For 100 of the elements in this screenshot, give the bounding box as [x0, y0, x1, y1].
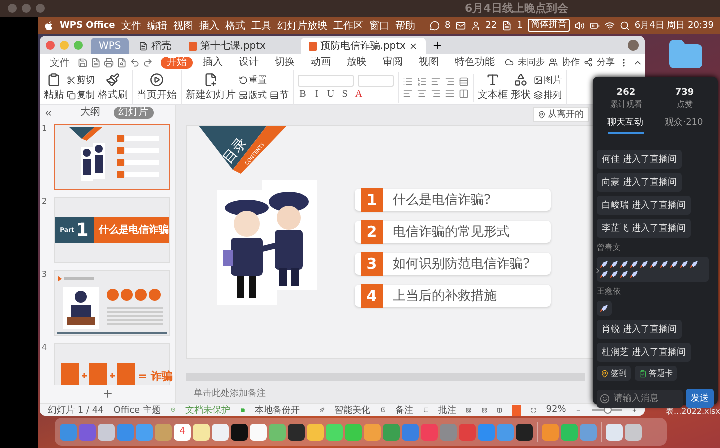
play-button[interactable] — [512, 404, 521, 416]
expand-icon[interactable] — [594, 267, 602, 275]
ribbon-button[interactable]: 版式 — [239, 89, 267, 102]
format-button[interactable]: I — [312, 89, 322, 100]
backup-status[interactable]: 本地备份开 — [254, 404, 300, 416]
format-button[interactable]: A — [354, 89, 364, 100]
menu-item[interactable]: 工作区 — [333, 18, 364, 32]
notes-button[interactable]: 备注 — [396, 404, 414, 416]
person-icon[interactable] — [470, 20, 481, 30]
ribbon-tab[interactable]: 放映 — [341, 56, 373, 68]
send-button[interactable]: 发送 — [686, 389, 714, 408]
align-left-icon[interactable] — [403, 88, 413, 98]
menu-item[interactable]: 工具 — [251, 18, 272, 32]
font-size-field[interactable] — [358, 75, 394, 87]
dock-app-icon[interactable] — [288, 424, 305, 440]
menu-item[interactable]: 幻灯片放映 — [277, 18, 328, 32]
format-button[interactable]: U — [326, 89, 336, 100]
menu-item[interactable]: 视图 — [173, 18, 194, 32]
file-label[interactable]: 表...2022.xlsx — [666, 406, 720, 417]
preview-icon[interactable] — [117, 58, 127, 68]
ribbon-button[interactable]: 新建幻灯片 — [186, 73, 236, 102]
toolbar-button[interactable]: 分享 — [597, 56, 615, 69]
panel-tab[interactable]: 大纲 — [76, 107, 106, 119]
chat-tab[interactable]: 观众·210 — [665, 116, 704, 134]
menu-item[interactable]: 窗口 — [369, 18, 390, 32]
ribbon-button[interactable]: 文本框 — [478, 73, 508, 102]
calendar-app-icon[interactable]: 4 — [174, 424, 191, 440]
zoom-button[interactable] — [36, 4, 45, 13]
ribbon-button[interactable]: 形状 — [511, 73, 531, 102]
file-menu[interactable]: 文件 — [50, 56, 70, 70]
bullets-icon[interactable] — [403, 76, 413, 86]
fit-icon[interactable] — [530, 406, 536, 414]
zoom-in-icon[interactable] — [632, 406, 638, 414]
avatar[interactable] — [628, 40, 639, 51]
collapse-panel-icon[interactable] — [44, 108, 53, 118]
justify-icon[interactable] — [445, 88, 455, 98]
grid-view-icon[interactable] — [482, 406, 488, 414]
ribbon-button[interactable]: 格式刷 — [98, 73, 128, 102]
save-icon[interactable] — [78, 58, 88, 68]
ribbon-button[interactable]: 排列 — [534, 89, 562, 102]
document-tab[interactable]: 预防电信诈骗.pptx — [301, 38, 426, 54]
resume-tag[interactable]: 从离开的 — [533, 107, 589, 122]
ribbon-tab[interactable]: 视图 — [413, 56, 445, 68]
dock-app-icon[interactable] — [516, 424, 533, 440]
ribbon-tab[interactable]: 动画 — [305, 56, 337, 68]
indent-icon[interactable] — [431, 76, 441, 86]
ribbon-tab[interactable]: 切换 — [269, 56, 301, 68]
ribbon-tab[interactable]: 插入 — [197, 56, 229, 68]
normal-view-icon[interactable] — [466, 406, 472, 414]
ribbon-button[interactable]: 当页开始 — [137, 73, 177, 102]
comments-button[interactable]: 批注 — [438, 404, 456, 416]
menu-item[interactable]: 文件 — [121, 18, 142, 32]
chat-action-button[interactable]: 签到 — [597, 366, 631, 381]
close-button[interactable] — [46, 40, 55, 50]
chat-bubble-icon[interactable] — [430, 20, 440, 30]
document-tab[interactable]: 第十七课.pptx — [181, 38, 300, 54]
input-method[interactable]: 简体拼音 — [528, 19, 570, 32]
document-icon[interactable] — [91, 58, 101, 68]
share-icon[interactable] — [584, 58, 593, 67]
menu-item[interactable]: 格式 — [225, 18, 246, 32]
line-spacing-icon[interactable] — [459, 76, 469, 86]
dock-app-icon[interactable] — [98, 424, 115, 440]
columns-icon[interactable] — [459, 88, 469, 98]
undo-icon[interactable] — [130, 58, 140, 68]
apple-menu-icon[interactable] — [44, 20, 54, 30]
ribbon-button[interactable]: 剪切 — [67, 74, 95, 87]
battery-icon[interactable] — [590, 20, 600, 30]
ribbon-tab[interactable]: 特色功能 — [449, 56, 501, 68]
ribbon-button[interactable]: 重置 — [239, 74, 267, 87]
new-tab-icon[interactable] — [432, 40, 443, 50]
format-button[interactable]: S — [340, 89, 350, 100]
zoom-percent[interactable]: 92% — [546, 405, 566, 415]
align-center-icon[interactable] — [417, 88, 427, 98]
chat-action-button[interactable]: 答题卡 — [635, 366, 677, 381]
toolbar-button[interactable]: 未同步 — [518, 56, 545, 69]
dock-app-icon[interactable] — [212, 424, 229, 440]
outdent-icon[interactable] — [445, 76, 455, 86]
close-button[interactable] — [8, 4, 17, 13]
chat-tab[interactable]: 聊天互动 — [608, 116, 644, 134]
ribbon-tab[interactable]: 审阅 — [377, 56, 409, 68]
reading-view-icon[interactable] — [497, 406, 502, 414]
mail-icon[interactable] — [456, 20, 466, 30]
menu-item[interactable]: 帮助 — [395, 18, 416, 32]
message-field[interactable]: 请输入消息 — [597, 390, 683, 408]
format-button[interactable]: B — [298, 89, 308, 100]
volume-icon[interactable] — [574, 20, 585, 30]
dock-app-icon[interactable] — [606, 424, 623, 440]
font-field[interactable] — [298, 75, 354, 87]
ribbon-button[interactable]: 复制 — [67, 89, 95, 102]
menu-item[interactable]: 插入 — [199, 18, 220, 32]
menu-item[interactable]: 编辑 — [147, 18, 168, 32]
add-slide-icon[interactable] — [102, 388, 114, 400]
redo-icon[interactable] — [143, 58, 153, 68]
app-menu[interactable]: WPS Office — [60, 20, 116, 30]
ribbon-button[interactable]: 粘贴 — [44, 73, 64, 102]
search-icon[interactable] — [620, 20, 630, 30]
align-right-icon[interactable] — [431, 88, 441, 98]
beautify-button[interactable]: 智能美化 — [334, 404, 371, 416]
document-tab[interactable]: 稻壳 — [131, 38, 180, 54]
minimize-button[interactable] — [22, 4, 31, 13]
